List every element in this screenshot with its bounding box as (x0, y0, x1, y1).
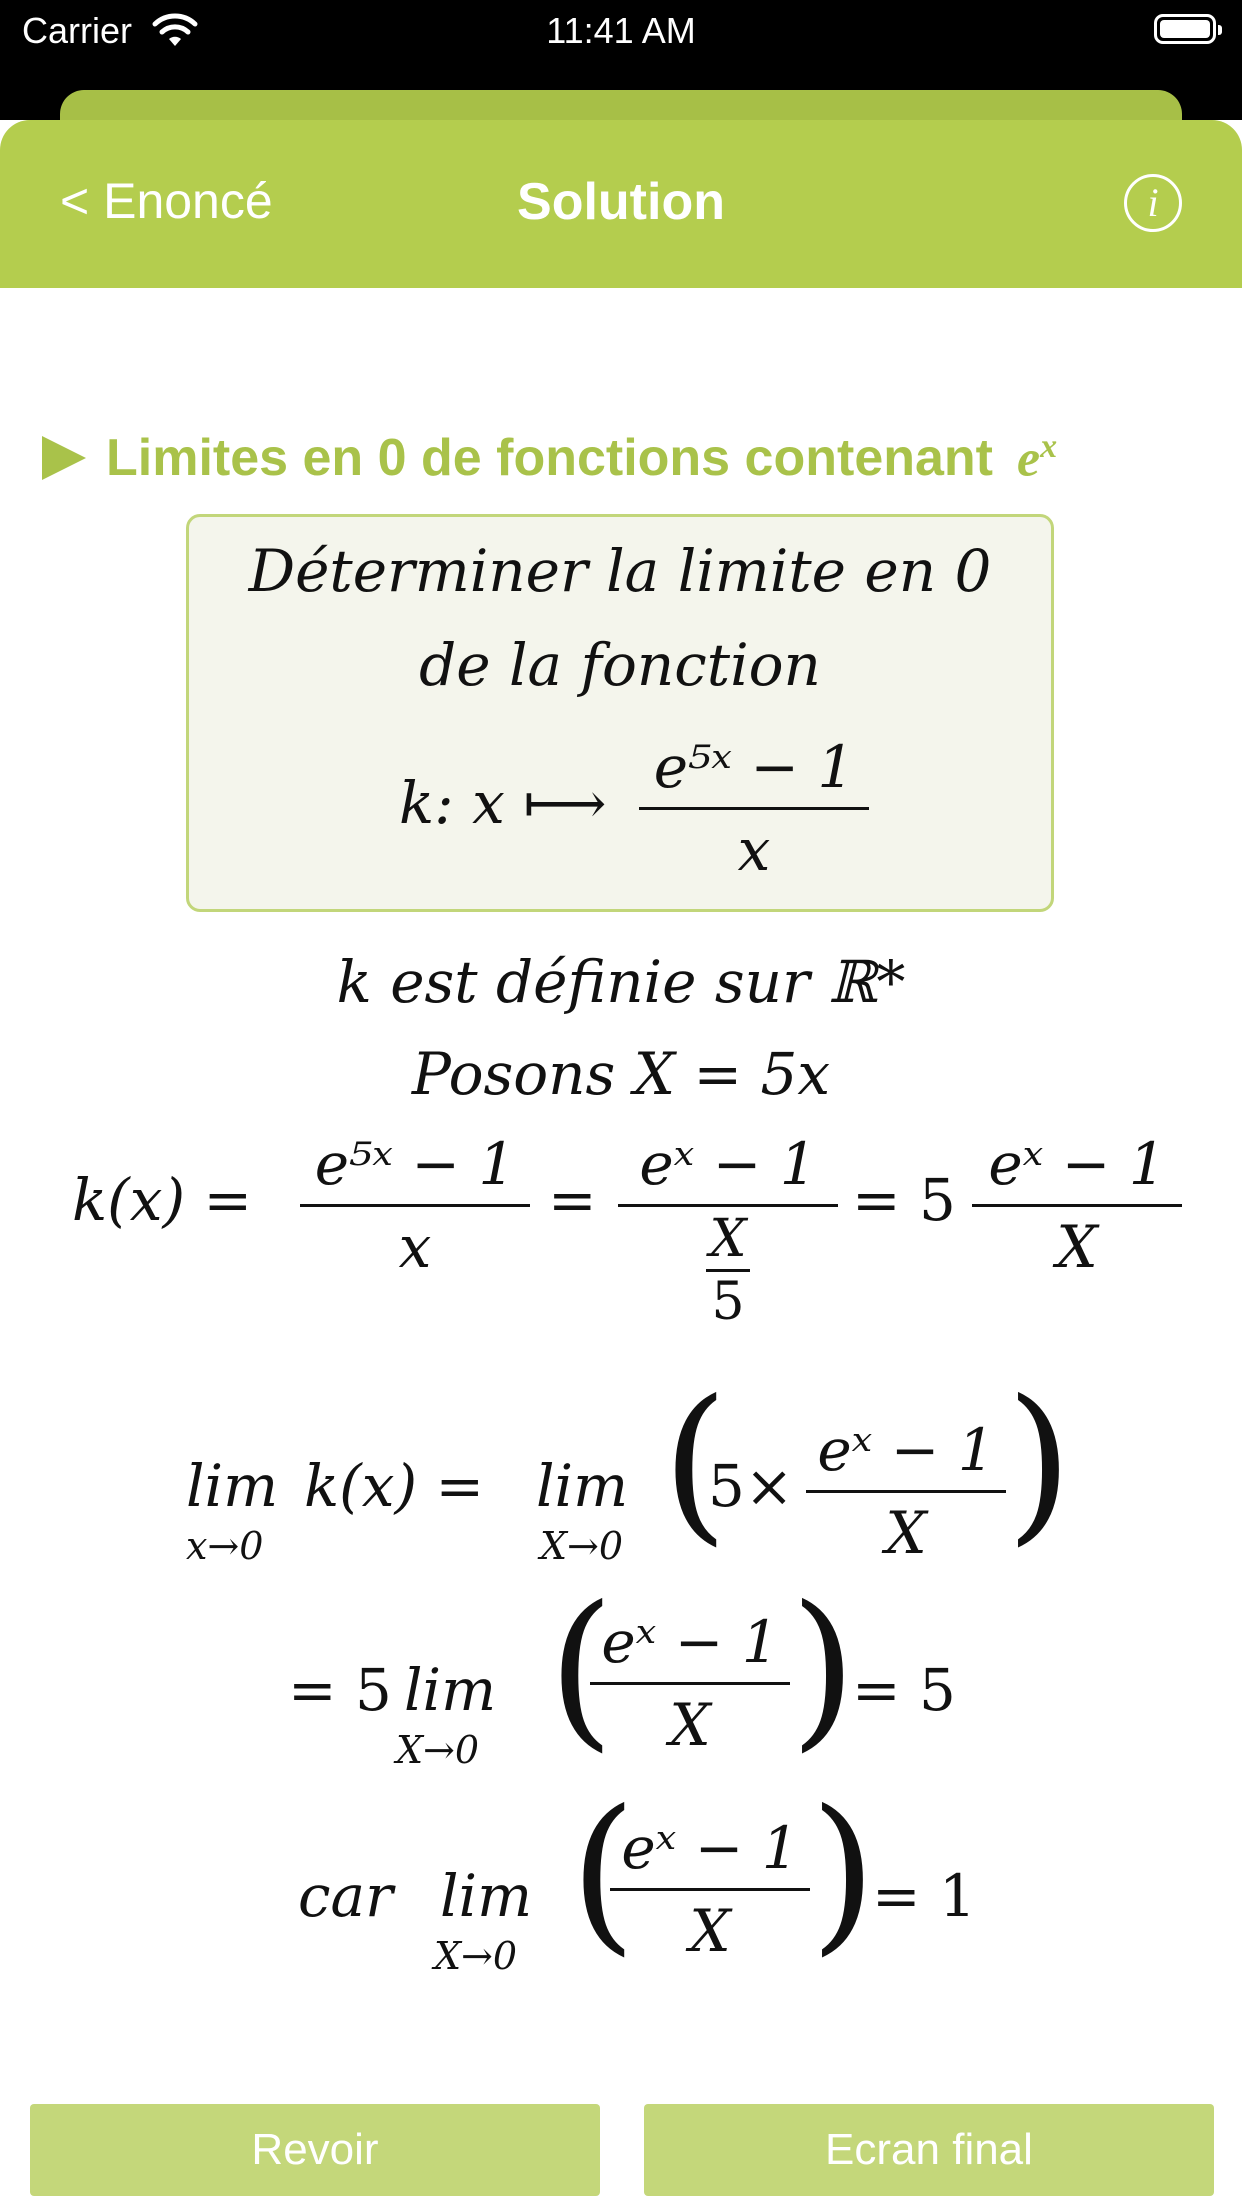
info-icon[interactable]: i (1124, 174, 1182, 232)
eq4-car: car (298, 1862, 393, 1930)
eq1-fraction-1: e⁵ˣ − 1x (300, 1130, 530, 1281)
eq2-lim-2-sub: X→0 (540, 1524, 624, 1568)
play-triangle-icon (42, 436, 86, 481)
solution-content: Limites en 0 de fonctions contenant ex D… (0, 288, 1242, 2088)
eq2-middle: k(x) = (304, 1452, 485, 1520)
solution-line-1: k est définie sur ℝ* (336, 948, 906, 1016)
status-time: 11:41 AM (546, 10, 696, 51)
eq2-paren-close: ) (1006, 1364, 1073, 1562)
eq3-rhs: = 5 (852, 1656, 956, 1724)
problem-denominator: x (737, 816, 771, 884)
eq2-lim-1-sub: x→0 (186, 1524, 264, 1568)
eq3-lhs: = 5 (288, 1656, 392, 1724)
eq4-rhs: = 1 (872, 1862, 976, 1930)
eq3-fraction: eˣ − 1X (590, 1608, 790, 1759)
eq1-fraction-3: eˣ − 1X (972, 1130, 1182, 1281)
eq2-lim-2: lim (536, 1452, 629, 1520)
eq1-equals-2: = (548, 1166, 597, 1234)
eq4-lim: lim (440, 1862, 533, 1930)
eq1-fraction-2: eˣ − 1 X 5 (618, 1130, 838, 1328)
eq3-paren-close: ) (790, 1570, 857, 1768)
solution-line-2: Posons X = 5x (411, 1040, 831, 1108)
problem-box: Déterminer la limite en 0 de la fonction… (186, 514, 1054, 912)
eq1-lhs: k(x) = (72, 1166, 253, 1234)
problem-numerator: e⁵ˣ − 1 (653, 733, 855, 801)
ecran-final-button[interactable]: Ecran final (644, 2104, 1214, 2196)
eq3-lim-sub: X→0 (396, 1728, 480, 1772)
eq3-lim: lim (404, 1656, 497, 1724)
eq1-equals-3: = 5 (852, 1166, 956, 1234)
battery-icon (1154, 14, 1222, 44)
page-title: Solution (517, 173, 725, 231)
problem-line-1: Déterminer la limite en 0 (248, 537, 992, 605)
section-title-text: Limites en 0 de fonctions contenant (106, 429, 993, 488)
eq2-fraction: eˣ − 1X (806, 1416, 1006, 1567)
problem-line-2: de la fonction (419, 631, 821, 699)
problem-lhs: k: x ⟼ (399, 769, 607, 837)
revoir-button[interactable]: Revoir (30, 2104, 600, 2196)
section-title: Limites en 0 de fonctions contenant ex (42, 428, 1057, 488)
eq2-five-times: 5× (708, 1452, 794, 1520)
eq2-lim-1: lim (186, 1452, 279, 1520)
eq4-fraction: eˣ − 1X (610, 1814, 810, 1965)
eq4-paren-close: ) (810, 1774, 877, 1972)
section-title-math: ex (1017, 428, 1058, 488)
eq4-lim-sub: X→0 (434, 1934, 518, 1978)
problem-fraction: e⁵ˣ − 1 x (639, 733, 869, 884)
navigation-bar: < Enoncé Solution i (0, 120, 1242, 288)
